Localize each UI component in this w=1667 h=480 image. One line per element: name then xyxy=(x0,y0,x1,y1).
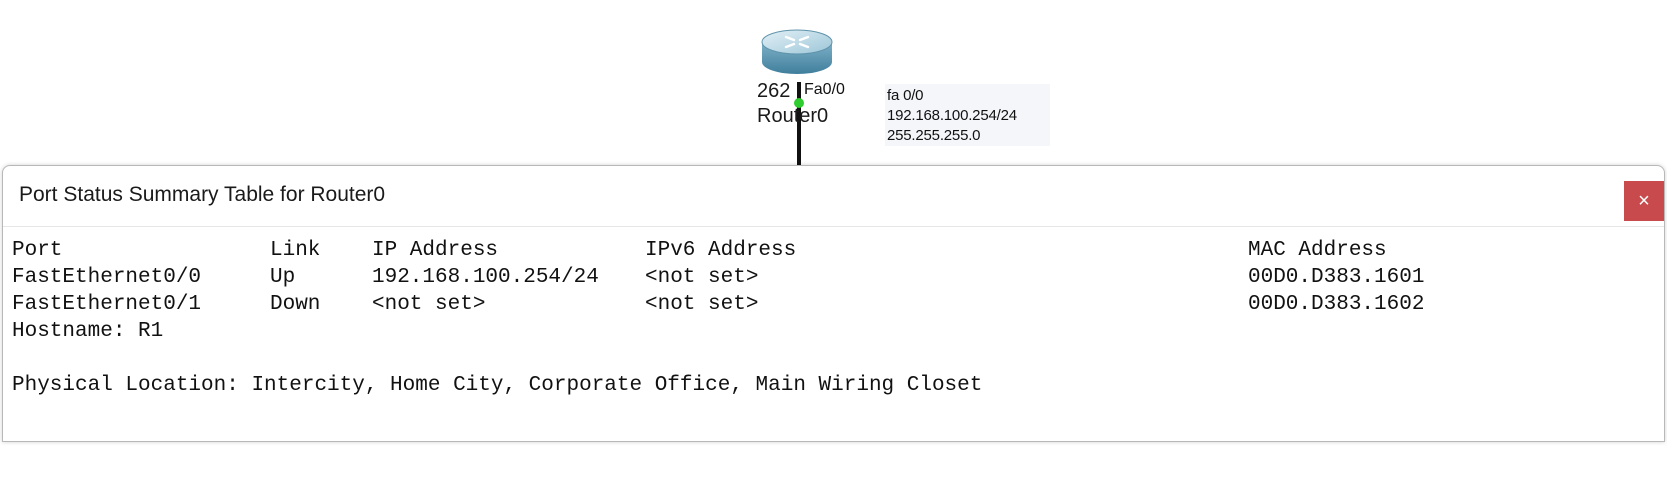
table-row: FastEthernet0/1 Down <not set> <not set>… xyxy=(3,291,1664,318)
popup-title: Port Status Summary Table for Router0 xyxy=(19,183,386,206)
cell-mac-address: 00D0.D383.1601 xyxy=(1248,266,1425,289)
table-header-row: Port Link IP Address IPv6 Address MAC Ad… xyxy=(3,237,1664,264)
port-label: Fa0/0 xyxy=(803,80,846,100)
note-line-port: fa 0/0 xyxy=(887,87,924,104)
table-row: FastEthernet0/0 Up 192.168.100.254/24 <n… xyxy=(3,264,1664,291)
physical-location-line: Physical Location: Intercity, Home City,… xyxy=(3,372,1664,399)
cell-mac-address: 00D0.D383.1602 xyxy=(1248,293,1425,316)
cell-ip-address: 192.168.100.254/24 xyxy=(372,266,599,289)
cell-port: FastEthernet0/1 xyxy=(12,293,202,316)
topology-note[interactable]: fa 0/0 192.168.100.254/24 255.255.255.0 xyxy=(885,84,1050,146)
cell-ipv6-address: <not set> xyxy=(645,293,759,316)
header-ipv6-address: IPv6 Address xyxy=(645,239,797,262)
hostname-text: Hostname: R1 xyxy=(12,320,164,343)
header-port: Port xyxy=(12,239,63,262)
header-mac-address: MAC Address xyxy=(1248,239,1387,262)
note-line-mask: 255.255.255.0 xyxy=(887,127,981,144)
header-link: Link xyxy=(270,239,321,262)
cell-link: Down xyxy=(270,293,321,316)
close-button[interactable]: × xyxy=(1624,181,1664,221)
cell-link: Up xyxy=(270,266,296,289)
cell-ipv6-address: <not set> xyxy=(645,266,759,289)
note-line-ip: 192.168.100.254/24 xyxy=(887,107,1017,124)
router-icon[interactable] xyxy=(760,28,834,78)
port-status-popup: Port Status Summary Table for Router0 × … xyxy=(2,165,1665,442)
cell-port: FastEthernet0/0 xyxy=(12,266,202,289)
popup-titlebar[interactable]: Port Status Summary Table for Router0 × xyxy=(3,166,1664,227)
physical-location-text: Physical Location: Intercity, Home City,… xyxy=(12,374,983,397)
close-icon: × xyxy=(1638,190,1650,212)
hostname-line: Hostname: R1 xyxy=(3,318,1664,345)
device-model-label: 262 xyxy=(757,80,791,102)
cell-ip-address: <not set> xyxy=(372,293,486,316)
header-ip-address: IP Address xyxy=(372,239,499,262)
device-name-label: Router0 xyxy=(757,105,829,127)
